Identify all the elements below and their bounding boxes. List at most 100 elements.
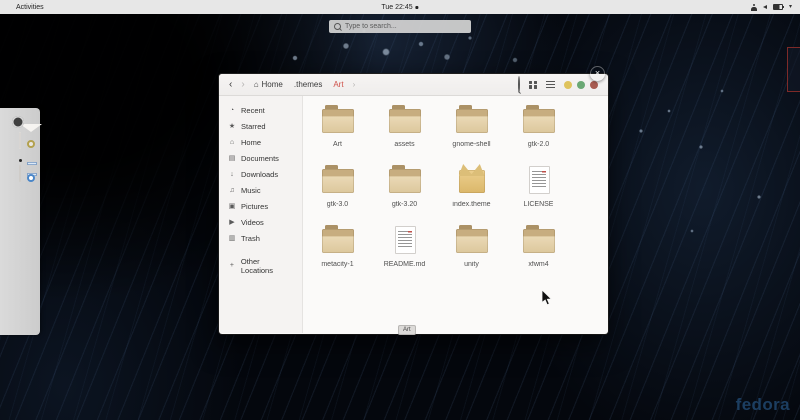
file-name: LICENSE <box>523 201 554 208</box>
sidebar-item-icon: ▶ <box>229 218 235 226</box>
file-item[interactable]: gtk-2.0 <box>505 102 572 162</box>
close-button[interactable]: × <box>590 66 605 81</box>
desktop-search[interactable] <box>329 20 471 33</box>
files-window: ‹ › ⌂ Home .themes Art › × ◔ Recent ★ St… <box>219 68 608 335</box>
sidebar-item-label: Downloads <box>241 169 279 179</box>
dock <box>0 108 40 335</box>
file-name: metacity-1 <box>321 261 354 268</box>
sidebar-item-other-locations[interactable]: + Other Locations <box>219 253 302 278</box>
plus-icon: + <box>229 262 234 269</box>
file-item[interactable]: metacity-1 <box>304 222 371 282</box>
search-input[interactable] <box>345 23 466 30</box>
sidebar-item[interactable]: ★ Starred <box>219 118 302 134</box>
file-name: gtk-2.0 <box>527 141 550 148</box>
sidebar-item-icon: ▥ <box>228 234 236 242</box>
top-bar: Activities Tue 22:45 ▾ <box>0 0 800 14</box>
sidebar-item-icon: ◔ <box>229 106 235 114</box>
file-item[interactable]: assets <box>371 102 438 162</box>
caret-down-icon: ▾ <box>788 4 792 10</box>
file-item[interactable]: gnome-shell <box>438 102 505 162</box>
file-name: gnome-shell <box>452 141 491 148</box>
file-item[interactable]: index.theme <box>438 162 505 222</box>
sidebar-item-label: Starred <box>241 121 266 131</box>
sidebar-item-label: Videos <box>241 217 264 227</box>
sidebar-list: ◔ Recent ★ Starred ⌂ Home ▤ Documents ↓ … <box>219 102 302 246</box>
file-icon <box>522 224 556 257</box>
sidebar-item-icon: ⌂ <box>229 138 235 146</box>
close-dot-button[interactable] <box>590 80 598 89</box>
file-item[interactable]: gtk-3.0 <box>304 162 371 222</box>
sidebar-item[interactable]: ◔ Recent <box>219 102 302 118</box>
file-icon <box>455 224 489 257</box>
battery-icon <box>772 3 785 11</box>
file-item[interactable]: LICENSE <box>505 162 572 222</box>
file-item[interactable]: README.md <box>371 222 438 282</box>
chevron-right-icon: › <box>352 80 356 89</box>
offscreen-window-red-outline <box>787 47 800 92</box>
sidebar-item[interactable]: ▣ Pictures <box>219 198 302 214</box>
sidebar-item-label: Trash <box>241 233 260 243</box>
sidebar-item-label: Other Locations <box>240 256 273 275</box>
window-controls <box>564 80 598 89</box>
sidebar-item-icon: ↓ <box>230 170 234 178</box>
breadcrumb-item[interactable]: ⌂ Home <box>254 80 283 89</box>
sidebar-item[interactable]: ♫ Music <box>219 182 302 198</box>
breadcrumb-label: Home <box>261 80 283 89</box>
home-icon: ⌂ <box>253 79 259 89</box>
clock-menu[interactable]: Tue 22:45 <box>381 3 419 11</box>
clock-label: Tue 22:45 <box>381 3 413 11</box>
breadcrumb-label: .themes <box>293 80 323 89</box>
forward-button[interactable]: › <box>241 79 244 90</box>
sidebar-item[interactable]: ⌂ Home <box>219 134 302 150</box>
file-icon <box>321 104 355 137</box>
view-grid-button[interactable] <box>529 80 537 89</box>
fedora-logo: fedora <box>735 395 790 414</box>
file-icon <box>455 104 489 137</box>
file-name: README.md <box>383 261 426 268</box>
file-name: gtk-3.0 <box>326 201 349 208</box>
file-name: Art <box>333 141 342 148</box>
breadcrumb-item[interactable]: .themes <box>294 80 322 89</box>
sidebar-separator <box>219 246 302 253</box>
volume-icon <box>762 5 767 9</box>
dock-item-boxes[interactable] <box>19 165 21 182</box>
file-item[interactable]: xfwm4 <box>505 222 572 282</box>
accessibility-icon <box>751 3 757 11</box>
back-button[interactable]: ‹ <box>229 79 232 90</box>
system-status-menu[interactable]: ▾ <box>751 3 792 11</box>
sidebar-item[interactable]: ▥ Trash <box>219 230 302 246</box>
breadcrumb-item[interactable]: Art <box>333 80 343 89</box>
sidebar-item[interactable]: ▶ Videos <box>219 214 302 230</box>
file-item[interactable]: gtk-3.20 <box>371 162 438 222</box>
sidebar-item[interactable]: ↓ Downloads <box>219 166 302 182</box>
dock-item-rhythmbox[interactable] <box>19 132 21 149</box>
file-item[interactable]: unity <box>438 222 505 282</box>
file-name: unity <box>464 261 479 268</box>
sidebar-item-icon: ★ <box>228 122 236 130</box>
file-name: assets <box>394 141 415 148</box>
grid-view-icon <box>529 80 537 89</box>
maximize-button[interactable] <box>577 80 585 89</box>
search-files-button[interactable] <box>518 76 520 93</box>
sidebar-item-icon: ♫ <box>229 186 235 194</box>
file-icon <box>522 164 556 197</box>
search-icon <box>518 76 520 93</box>
file-name: gtk-3.20 <box>391 201 418 208</box>
camera-box-icon <box>19 165 21 182</box>
breadcrumb-label: Art <box>333 80 344 89</box>
status-tag: Art <box>398 325 416 335</box>
file-icon <box>321 224 355 257</box>
speaker-icon <box>19 132 21 149</box>
notification-dot-icon <box>415 5 419 9</box>
file-icon <box>388 224 422 257</box>
sidebar-item[interactable]: ▤ Documents <box>219 150 302 166</box>
menu-button[interactable] <box>546 81 555 88</box>
window-headerbar[interactable]: ‹ › ⌂ Home .themes Art › × <box>219 68 608 96</box>
file-item[interactable]: Art <box>304 102 371 162</box>
search-icon <box>334 23 341 30</box>
activities-button[interactable]: Activities <box>16 4 44 11</box>
sidebar-item-label: Documents <box>241 153 279 163</box>
file-name: index.theme <box>452 201 491 208</box>
file-icon <box>388 164 422 197</box>
minimize-button[interactable] <box>564 80 572 89</box>
